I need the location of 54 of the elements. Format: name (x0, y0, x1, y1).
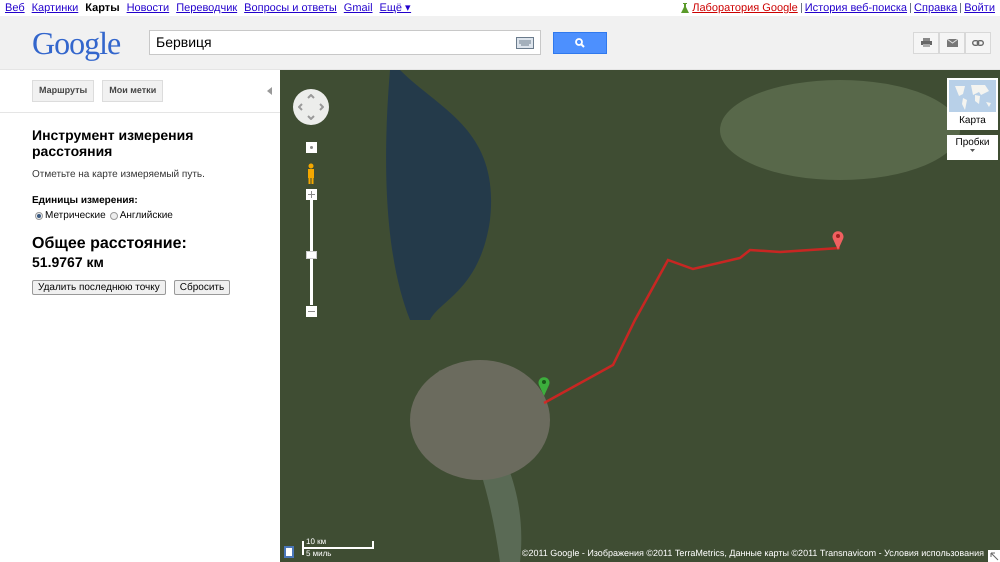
header-link[interactable]: Войти (964, 0, 995, 16)
nav-link[interactable]: Вопросы и ответы (244, 0, 337, 16)
street-view-icon[interactable] (284, 546, 294, 558)
resize-arrow-icon[interactable] (988, 550, 1000, 562)
tool-title: Инструмент измерения расстояния (32, 127, 194, 159)
units-radio[interactable]: Метрические (35, 208, 106, 223)
nav-link[interactable]: Gmail (344, 0, 373, 16)
print-button[interactable] (913, 32, 939, 54)
minus-icon (308, 308, 315, 315)
nav-link[interactable]: Переводчик (176, 0, 238, 16)
units-radio[interactable]: Английские (110, 208, 173, 223)
header-link[interactable]: История веб-поиска (804, 0, 908, 16)
search-field[interactable]: Бервиця (149, 30, 541, 55)
panel-tab-button[interactable]: Маршруты (32, 80, 94, 102)
nav-link[interactable]: Картинки (32, 0, 78, 16)
world-map-icon (949, 80, 996, 112)
end-marker-icon (832, 230, 844, 250)
zoom-in-button[interactable] (306, 189, 317, 200)
header-link[interactable]: Справка (914, 0, 958, 16)
map-type-button[interactable]: Карта (947, 78, 998, 130)
map-attribution: ©2011 Google - Изображения ©2011 TerraMetrics, Данные карты ©2011 Transnavicom - Условия использования (522, 546, 984, 560)
pan-arrows-icon (298, 94, 324, 120)
collapse-arrow-icon[interactable] (267, 87, 272, 95)
email-button[interactable] (939, 32, 965, 54)
pegman-icon[interactable] (306, 163, 316, 185)
plus-icon (308, 191, 315, 198)
nav-link[interactable]: Карты (85, 0, 120, 16)
reset-button[interactable]: Сбросить (174, 280, 230, 295)
caret-down-icon (970, 149, 975, 152)
nav-link[interactable]: Ещё ▾ (380, 0, 412, 16)
scale-bar: 10 км 5 миль (302, 537, 377, 558)
nav-link[interactable]: Новости (126, 0, 170, 16)
link-button[interactable] (965, 32, 991, 54)
header-link[interactable]: Лаборатория Google (692, 0, 798, 16)
nav-link[interactable]: Веб (5, 0, 25, 16)
units-label: Единицы измерения: (32, 194, 139, 208)
chain-icon (972, 40, 984, 46)
traffic-dropdown[interactable]: Пробки (947, 135, 998, 160)
total-distance-value: 51.9767 км (32, 253, 105, 271)
printer-icon (920, 38, 932, 47)
total-distance-label: Общее расстояние: (32, 235, 188, 253)
panel-tab-button[interactable]: Мои метки (102, 80, 164, 102)
start-marker-icon (538, 376, 550, 396)
flask-icon (681, 3, 690, 13)
zoom-slider-thumb[interactable] (306, 251, 317, 260)
keyboard-icon[interactable] (516, 36, 534, 48)
instruction-text: Отметьте на карте измеряемый путь. (32, 168, 206, 182)
locate-button[interactable] (306, 142, 317, 153)
search-icon (575, 38, 585, 48)
envelope-icon (946, 38, 958, 46)
google-logo[interactable]: Google (0, 18, 149, 66)
search-button[interactable] (553, 32, 607, 54)
zoom-out-button[interactable] (306, 306, 317, 317)
delete-last-point-button[interactable]: Удалить последнюю точку (32, 280, 166, 295)
